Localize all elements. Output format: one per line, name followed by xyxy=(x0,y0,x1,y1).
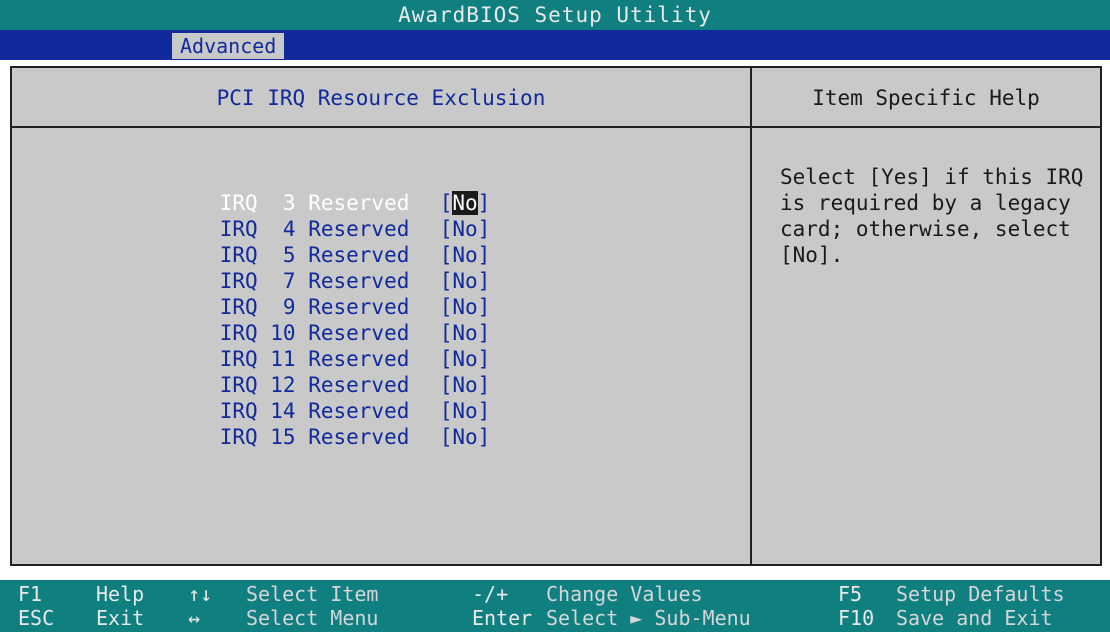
key-f10: F10 xyxy=(838,606,875,630)
help-panel: Item Specific Help Select [Yes] if this … xyxy=(752,68,1100,564)
help-text: Select [Yes] if this IRQ is required by … xyxy=(780,165,1084,267)
key-leftright-desc: Select Menu xyxy=(246,606,379,630)
key-esc-desc: Exit xyxy=(96,606,145,630)
irq-row-14[interactable]: IRQ 14 Reserved [No] xyxy=(68,372,491,423)
key-f5-desc: Setup Defaults xyxy=(896,582,1065,606)
setup-frame: PCI IRQ Resource Exclusion IRQ 3 Reserve… xyxy=(10,66,1102,566)
irq-row-3[interactable]: IRQ 3 Reserved [No] xyxy=(68,164,490,215)
key-minus-plus-desc: Change Values xyxy=(546,582,703,606)
irq-value-text: No xyxy=(452,425,478,449)
irq-row-15[interactable]: IRQ 15 Reserved [No] xyxy=(68,398,491,449)
irq-row-7[interactable]: IRQ 7 Reserved [No] xyxy=(68,242,491,293)
irq-list: IRQ 3 Reserved [No] IRQ 4 Reserved [No] IR… xyxy=(68,164,491,449)
settings-panel: PCI IRQ Resource Exclusion IRQ 3 Reserve… xyxy=(12,68,752,564)
key-f1: F1 xyxy=(18,582,43,606)
bios-screen: AwardBIOS Setup Utility Advanced PCI IRQ… xyxy=(0,0,1110,632)
key-minus-plus: -/+ xyxy=(472,582,509,606)
key-f10-desc: Save and Exit xyxy=(896,606,1053,630)
irq-row-9[interactable]: IRQ 9 Reserved [No] xyxy=(68,268,491,319)
irq-row-12[interactable]: IRQ 12 Reserved [No] xyxy=(68,346,491,397)
help-panel-title: Item Specific Help xyxy=(752,68,1100,128)
tab-advanced[interactable]: Advanced xyxy=(172,33,285,59)
irq-label: IRQ 15 Reserved xyxy=(219,425,410,449)
irq-row-10[interactable]: IRQ 10 Reserved [No] xyxy=(68,294,491,345)
key-enter: Enter xyxy=(472,606,533,630)
irq-row-4[interactable]: IRQ 4 Reserved [No] xyxy=(68,190,491,241)
window-title: AwardBIOS Setup Utility xyxy=(398,3,712,27)
key-f5: F5 xyxy=(838,582,863,606)
key-updown-desc: Select Item xyxy=(246,582,379,606)
key-updown: ↑↓ xyxy=(188,582,213,606)
title-bar: AwardBIOS Setup Utility xyxy=(0,0,1110,30)
settings-panel-title: PCI IRQ Resource Exclusion xyxy=(12,68,750,128)
key-enter-desc: Select ► Sub-Menu xyxy=(546,606,751,630)
key-leftright: ↔ xyxy=(188,606,201,630)
menu-bar: Advanced xyxy=(0,30,1110,60)
irq-value[interactable]: [No] xyxy=(440,424,491,450)
irq-row-5[interactable]: IRQ 5 Reserved [No] xyxy=(68,216,491,267)
key-f1-desc: Help xyxy=(96,582,145,606)
key-esc: ESC xyxy=(18,606,55,630)
irq-row-11[interactable]: IRQ 11 Reserved [No] xyxy=(68,320,491,371)
key-help-bar: F1 Help ↑↓ Select Item -/+ Change Values… xyxy=(0,580,1110,632)
main-area: PCI IRQ Resource Exclusion IRQ 3 Reserve… xyxy=(0,60,1110,572)
